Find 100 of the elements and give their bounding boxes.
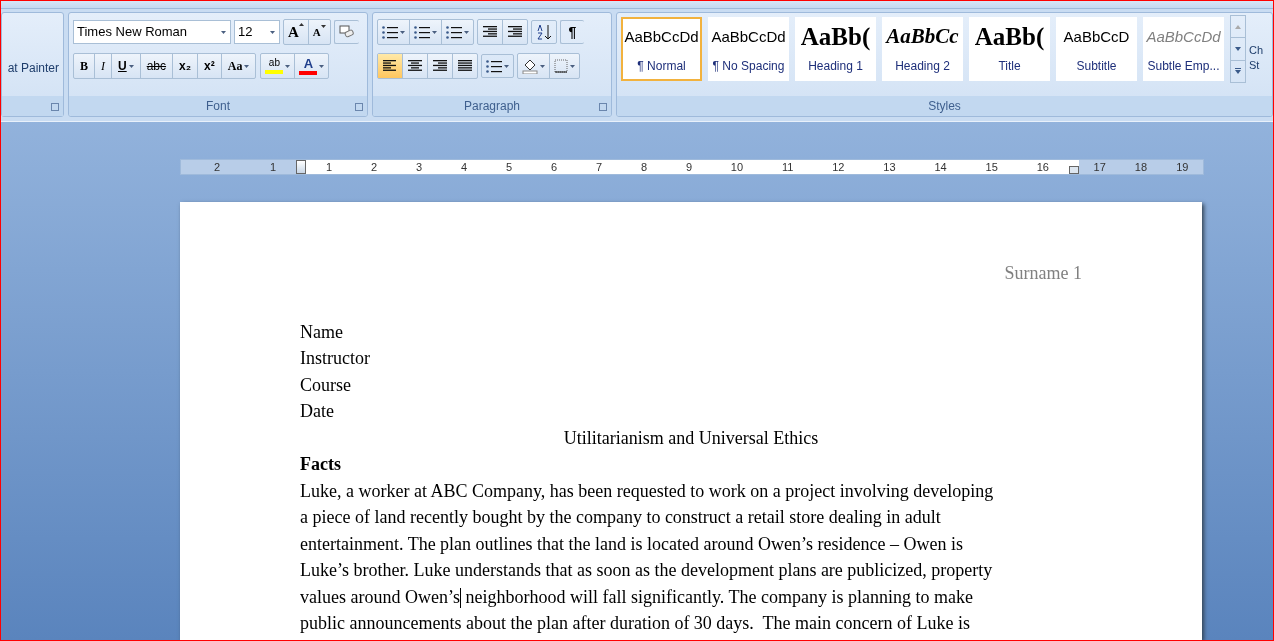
dropdown-arrow-icon: [270, 30, 275, 34]
bullet-list-icon: [382, 25, 398, 39]
shrink-font-button[interactable]: A: [308, 20, 330, 44]
style-gallery-item[interactable]: AaBb( Heading 1: [795, 17, 876, 81]
indent-icon: [482, 26, 498, 38]
ruler-number: 13: [883, 159, 896, 175]
dropdown-arrow-icon: [504, 64, 509, 68]
paragraph-line: a piece of land recently bought by the company to construct a retail store dealing in adult: [300, 506, 942, 529]
font-name-field[interactable]: Times New Roman: [73, 20, 231, 44]
font-color-button[interactable]: A: [295, 54, 329, 78]
text-cursor: [459, 588, 461, 609]
ruler-number: 10: [730, 159, 744, 175]
group-label: Font: [206, 98, 230, 115]
dropdown-arrow-icon: [570, 64, 575, 68]
case-button[interactable]: Aa: [221, 54, 256, 78]
document-line: Course: [300, 373, 352, 397]
ruler-number: 6: [550, 159, 558, 175]
dialog-launcher-icon[interactable]: [51, 103, 59, 111]
ruler-number: 2: [213, 159, 221, 175]
sort-button[interactable]: [531, 20, 557, 44]
align-left-button[interactable]: [378, 54, 403, 78]
style-gallery-item[interactable]: AaBbCcDd ¶ Normal: [621, 17, 702, 81]
style-gallery-item[interactable]: AaBbCcDd ¶ No Spacing: [708, 17, 789, 81]
multilevel-list-icon: [446, 25, 462, 39]
line-spacing-icon: [486, 59, 502, 73]
dropdown-arrow-icon: [285, 64, 291, 68]
right-indent-marker-icon[interactable]: [1069, 166, 1079, 174]
dropdown-arrow-icon: [221, 30, 226, 34]
sub-button[interactable]: x₂: [173, 54, 199, 78]
ruler-number: 18: [1134, 159, 1148, 175]
ruler-number: 8: [640, 159, 647, 175]
strike-button[interactable]: abc: [140, 54, 174, 78]
dialog-launcher-icon[interactable]: [599, 103, 607, 111]
document-line: Date: [300, 400, 335, 423]
section-heading: Facts: [300, 453, 342, 476]
group-label: Paragraph: [463, 98, 520, 115]
ruler-number: 1: [326, 159, 333, 175]
paragraph-line: public announcements about the plan after duration of 30 days. The main concern of Luke is: [300, 612, 971, 635]
style-gallery-item[interactable]: AaBbCcDd Subtle Emp...: [1143, 17, 1224, 81]
eraser-icon: [338, 25, 355, 39]
ruler-number: 7: [595, 159, 603, 175]
document-line: Name: [300, 320, 344, 344]
ruler-number: 12: [832, 159, 845, 175]
grow-font-button[interactable]: A: [284, 20, 309, 44]
ruler-number: 9: [685, 159, 692, 175]
paragraph-line: Luke, a worker at ABC Company, has been requested to work on a project involving developing: [300, 479, 995, 503]
dropdown-arrow-icon: [319, 64, 325, 68]
dropdown-arrow-icon: [464, 30, 469, 34]
sup-button[interactable]: x²: [198, 54, 222, 78]
ruler-number: 19: [1176, 159, 1189, 175]
group-label: Styles: [928, 98, 961, 115]
style-gallery-item[interactable]: AaBbCcD Subtitle: [1056, 17, 1137, 81]
bold-button[interactable]: B: [74, 54, 95, 78]
ruler-number: 5: [505, 159, 513, 175]
ruler-number: 15: [985, 159, 998, 175]
caret-down-icon: [320, 25, 326, 28]
dropdown-arrow-icon: [244, 64, 250, 68]
ruler-number: 11: [781, 159, 794, 175]
clear-formatting-button[interactable]: [333, 20, 359, 44]
font-size-field[interactable]: 12: [234, 20, 280, 44]
paragraph-line: values around Owen’s neighborhood will fall significantly. The company is planning to make: [300, 585, 974, 610]
paragraph-line: entertainment. The plan outlines that the land is located around Owen’s residence – Owen is: [300, 532, 964, 556]
dropdown-arrow-icon: [432, 30, 437, 34]
ruler-number: 14: [934, 159, 947, 175]
italic-button[interactable]: I: [95, 54, 112, 78]
dialog-launcher-icon[interactable]: [355, 103, 363, 111]
show-marks-button[interactable]: ¶: [560, 20, 584, 44]
underline-button[interactable]: U: [112, 54, 141, 78]
highlight-button[interactable]: ab: [261, 54, 296, 78]
paragraph-line: Luke’s brother. Luke understands that as soon as the development plans are publicized, property: [300, 559, 994, 582]
ruler-number: 1: [269, 159, 277, 175]
page-header: Surname 1: [1004, 262, 1082, 285]
more-icon: [1235, 68, 1241, 75]
numbered-list-icon: [414, 25, 430, 39]
style-gallery-item[interactable]: AaBbCc Heading 2: [882, 17, 963, 81]
ruler-number: 17: [1093, 159, 1106, 175]
paint-bucket-icon: [522, 58, 538, 74]
ruler-number: 16: [1036, 159, 1049, 175]
border-grid-icon: [554, 59, 568, 73]
line-spacing-button[interactable]: [481, 54, 514, 78]
format-painter-button[interactable]: at Painter: [7, 58, 59, 77]
caret-up-icon: [1235, 24, 1241, 29]
align-left-icon: [382, 60, 398, 72]
dropdown-arrow-icon: [400, 30, 405, 34]
ruler-number: 3: [415, 159, 423, 175]
document-title: Utilitarianism and Universal Ethics: [562, 426, 820, 450]
dropdown-arrow-icon: [128, 64, 134, 68]
indent-marker-icon[interactable]: [296, 160, 306, 174]
align-justify-icon: [457, 60, 473, 72]
ruler-number: 2: [371, 159, 378, 175]
dropdown-arrow-icon: [540, 64, 545, 68]
indent-icon: [507, 26, 523, 38]
change-styles-label[interactable]: Ch: [1249, 43, 1264, 58]
change-styles-label[interactable]: St: [1249, 58, 1264, 73]
document-line: Instructor: [300, 347, 371, 370]
ruler-number: 4: [460, 159, 468, 175]
sort-icon: [536, 24, 552, 40]
align-center-icon: [407, 60, 423, 72]
align-right-icon: [432, 60, 448, 72]
style-gallery-item[interactable]: AaBb( Title: [969, 17, 1050, 81]
